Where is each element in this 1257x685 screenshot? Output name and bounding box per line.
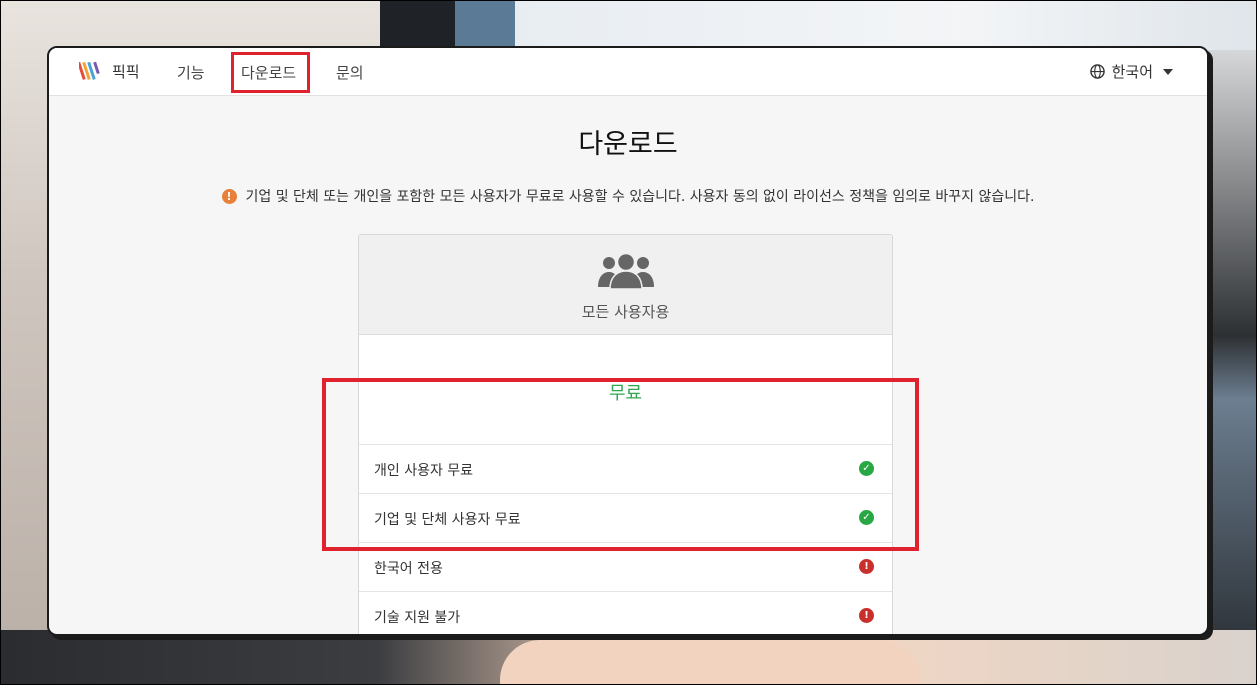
license-notice: ! 기업 및 단체 또는 개인을 포함한 모든 사용자가 무료로 사용할 수 있… <box>49 186 1207 206</box>
plan-card-header: 모든 사용자용 <box>359 235 892 335</box>
free-features-highlight-box <box>322 378 919 551</box>
nav-features[interactable]: 기능 <box>177 62 205 83</box>
language-label: 한국어 <box>1111 63 1153 81</box>
exclamation-circle-icon: ! <box>859 608 874 623</box>
download-highlight-box <box>231 52 310 93</box>
feature-row: 기술 지원 불가 ! <box>359 592 892 634</box>
caret-down-icon <box>1163 68 1173 75</box>
users-icon <box>598 253 654 289</box>
language-selector[interactable]: 한국어 <box>1089 61 1173 82</box>
feature-label: 한국어 전용 <box>374 561 443 577</box>
exclamation-circle-icon: ! <box>859 559 874 574</box>
page-title: 다운로드 <box>578 129 678 160</box>
navbar: 픽픽 기능 다운로드 문의 한국어 <box>49 48 1207 96</box>
exclamation-icon: ! <box>221 188 237 204</box>
brand-name: 픽픽 <box>112 62 140 81</box>
picpick-logo-icon <box>79 61 100 80</box>
brand-logo-link[interactable]: 픽픽 <box>79 59 140 83</box>
nav-contact[interactable]: 문의 <box>336 62 364 83</box>
plan-subtitle: 모든 사용자용 <box>581 303 670 321</box>
feature-label: 기술 지원 불가 <box>374 610 461 626</box>
globe-icon <box>1089 64 1105 79</box>
notice-text: 기업 및 단체 또는 개인을 포함한 모든 사용자가 무료로 사용할 수 있습니… <box>245 189 1035 205</box>
